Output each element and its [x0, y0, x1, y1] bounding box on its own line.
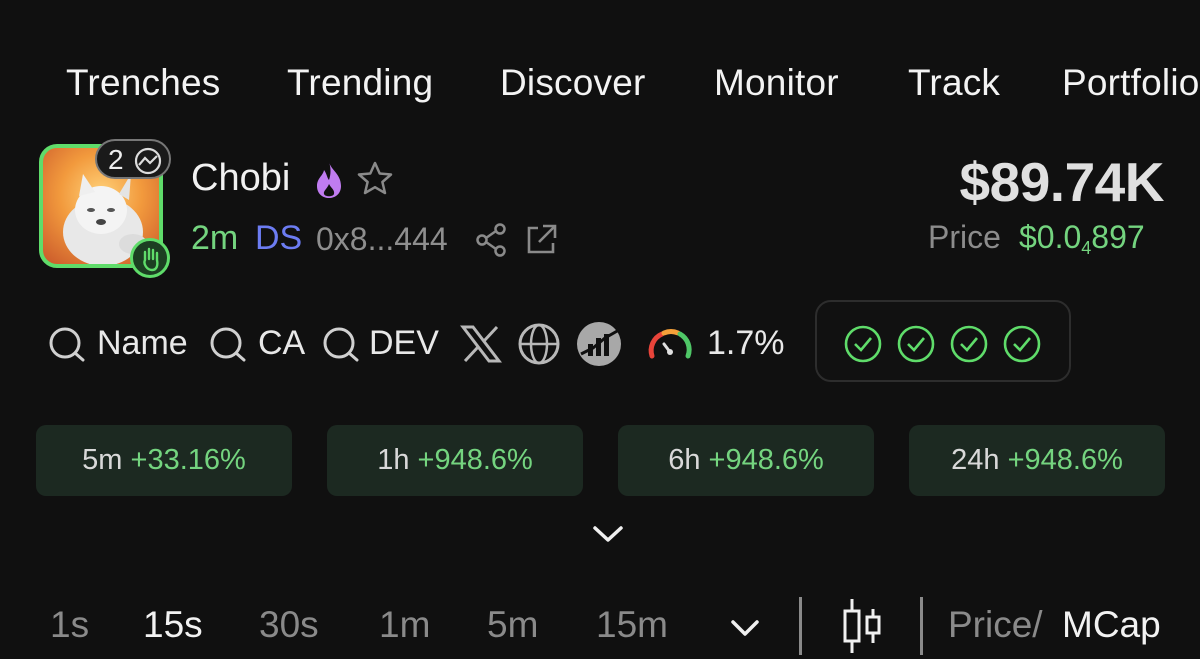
check-circle-icon — [897, 325, 935, 363]
change-period: 6h — [668, 444, 701, 476]
search-icon[interactable] — [322, 326, 364, 364]
holders-pill[interactable]: 2 — [95, 139, 171, 179]
timeframe-30s[interactable]: 30s — [259, 604, 319, 646]
timeframe-1s[interactable]: 1s — [50, 604, 89, 646]
nav-discover[interactable]: Discover — [500, 62, 646, 104]
check-circle-icon — [950, 325, 988, 363]
token-name: Chobi — [191, 157, 291, 199]
change-period: 5m — [82, 444, 123, 476]
change-card-1h[interactable]: 1h +948.6% — [327, 425, 583, 496]
price-digits: 897 — [1091, 219, 1145, 255]
timeframe-5m[interactable]: 5m — [487, 604, 538, 646]
change-card-5m[interactable]: 5m +33.16% — [36, 425, 292, 496]
price-toggle[interactable]: Price/ — [948, 604, 1043, 646]
mcap-toggle[interactable]: MCap — [1062, 604, 1161, 646]
divider — [799, 597, 802, 655]
gauge-icon — [648, 329, 692, 359]
globe-icon[interactable] — [516, 322, 562, 366]
candlestick-icon[interactable] — [840, 597, 884, 655]
chevron-down-icon[interactable] — [591, 522, 625, 546]
share-icon[interactable] — [474, 222, 508, 258]
audit-checks[interactable] — [815, 300, 1071, 382]
market-cap: $89.74K — [959, 151, 1165, 213]
star-icon[interactable] — [356, 160, 394, 198]
change-card-24h[interactable]: 24h +948.6% — [909, 425, 1165, 496]
chevron-down-icon[interactable] — [729, 617, 761, 639]
holders-count: 2 — [108, 144, 124, 175]
risk-value: 1.7% — [707, 324, 785, 362]
fire-icon — [317, 162, 341, 198]
contract-address[interactable]: 0x8...444 — [316, 221, 448, 258]
token-age: 2m — [191, 219, 239, 257]
nav-portfolio[interactable]: Portfolio — [1062, 62, 1200, 104]
external-link-icon[interactable] — [523, 222, 559, 258]
search-icon[interactable] — [48, 326, 90, 364]
search-icon[interactable] — [209, 326, 251, 364]
timeframe-15m[interactable]: 15m — [596, 604, 668, 646]
change-card-6h[interactable]: 6h +948.6% — [618, 425, 874, 496]
top-nav: Trenches Trending Discover Monitor Track… — [0, 62, 1200, 112]
timeframe-1m[interactable]: 1m — [379, 604, 430, 646]
change-value: +948.6% — [1007, 444, 1123, 476]
search-dev-label[interactable]: DEV — [369, 324, 439, 363]
nav-trenches[interactable]: Trenches — [66, 62, 220, 104]
nav-track[interactable]: Track — [908, 62, 1000, 104]
change-value: +33.16% — [130, 444, 246, 476]
change-value: +948.6% — [708, 444, 824, 476]
price-value: $0.04897 — [1019, 219, 1145, 259]
search-name-label[interactable]: Name — [97, 324, 188, 363]
nav-monitor[interactable]: Monitor — [714, 62, 839, 104]
price-label: Price — [928, 219, 1001, 255]
chart-circle-icon — [134, 147, 162, 175]
check-circle-icon — [1003, 325, 1041, 363]
hand-badge — [130, 238, 170, 278]
search-ca-label[interactable]: CA — [258, 324, 305, 363]
timeframe-15s[interactable]: 15s — [143, 604, 203, 646]
change-period: 1h — [377, 444, 410, 476]
change-value: +948.6% — [417, 444, 533, 476]
check-circle-icon — [844, 325, 882, 363]
price-zeros: 4 — [1081, 238, 1092, 258]
price-prefix: $0.0 — [1019, 219, 1082, 255]
x-icon[interactable] — [460, 324, 502, 364]
change-period: 24h — [951, 444, 1000, 476]
hand-badge-icon — [143, 247, 159, 272]
divider — [920, 597, 923, 655]
chart-logo-icon[interactable] — [575, 320, 623, 368]
dexscreener-link[interactable]: DS — [255, 219, 302, 258]
nav-trending[interactable]: Trending — [287, 62, 433, 104]
